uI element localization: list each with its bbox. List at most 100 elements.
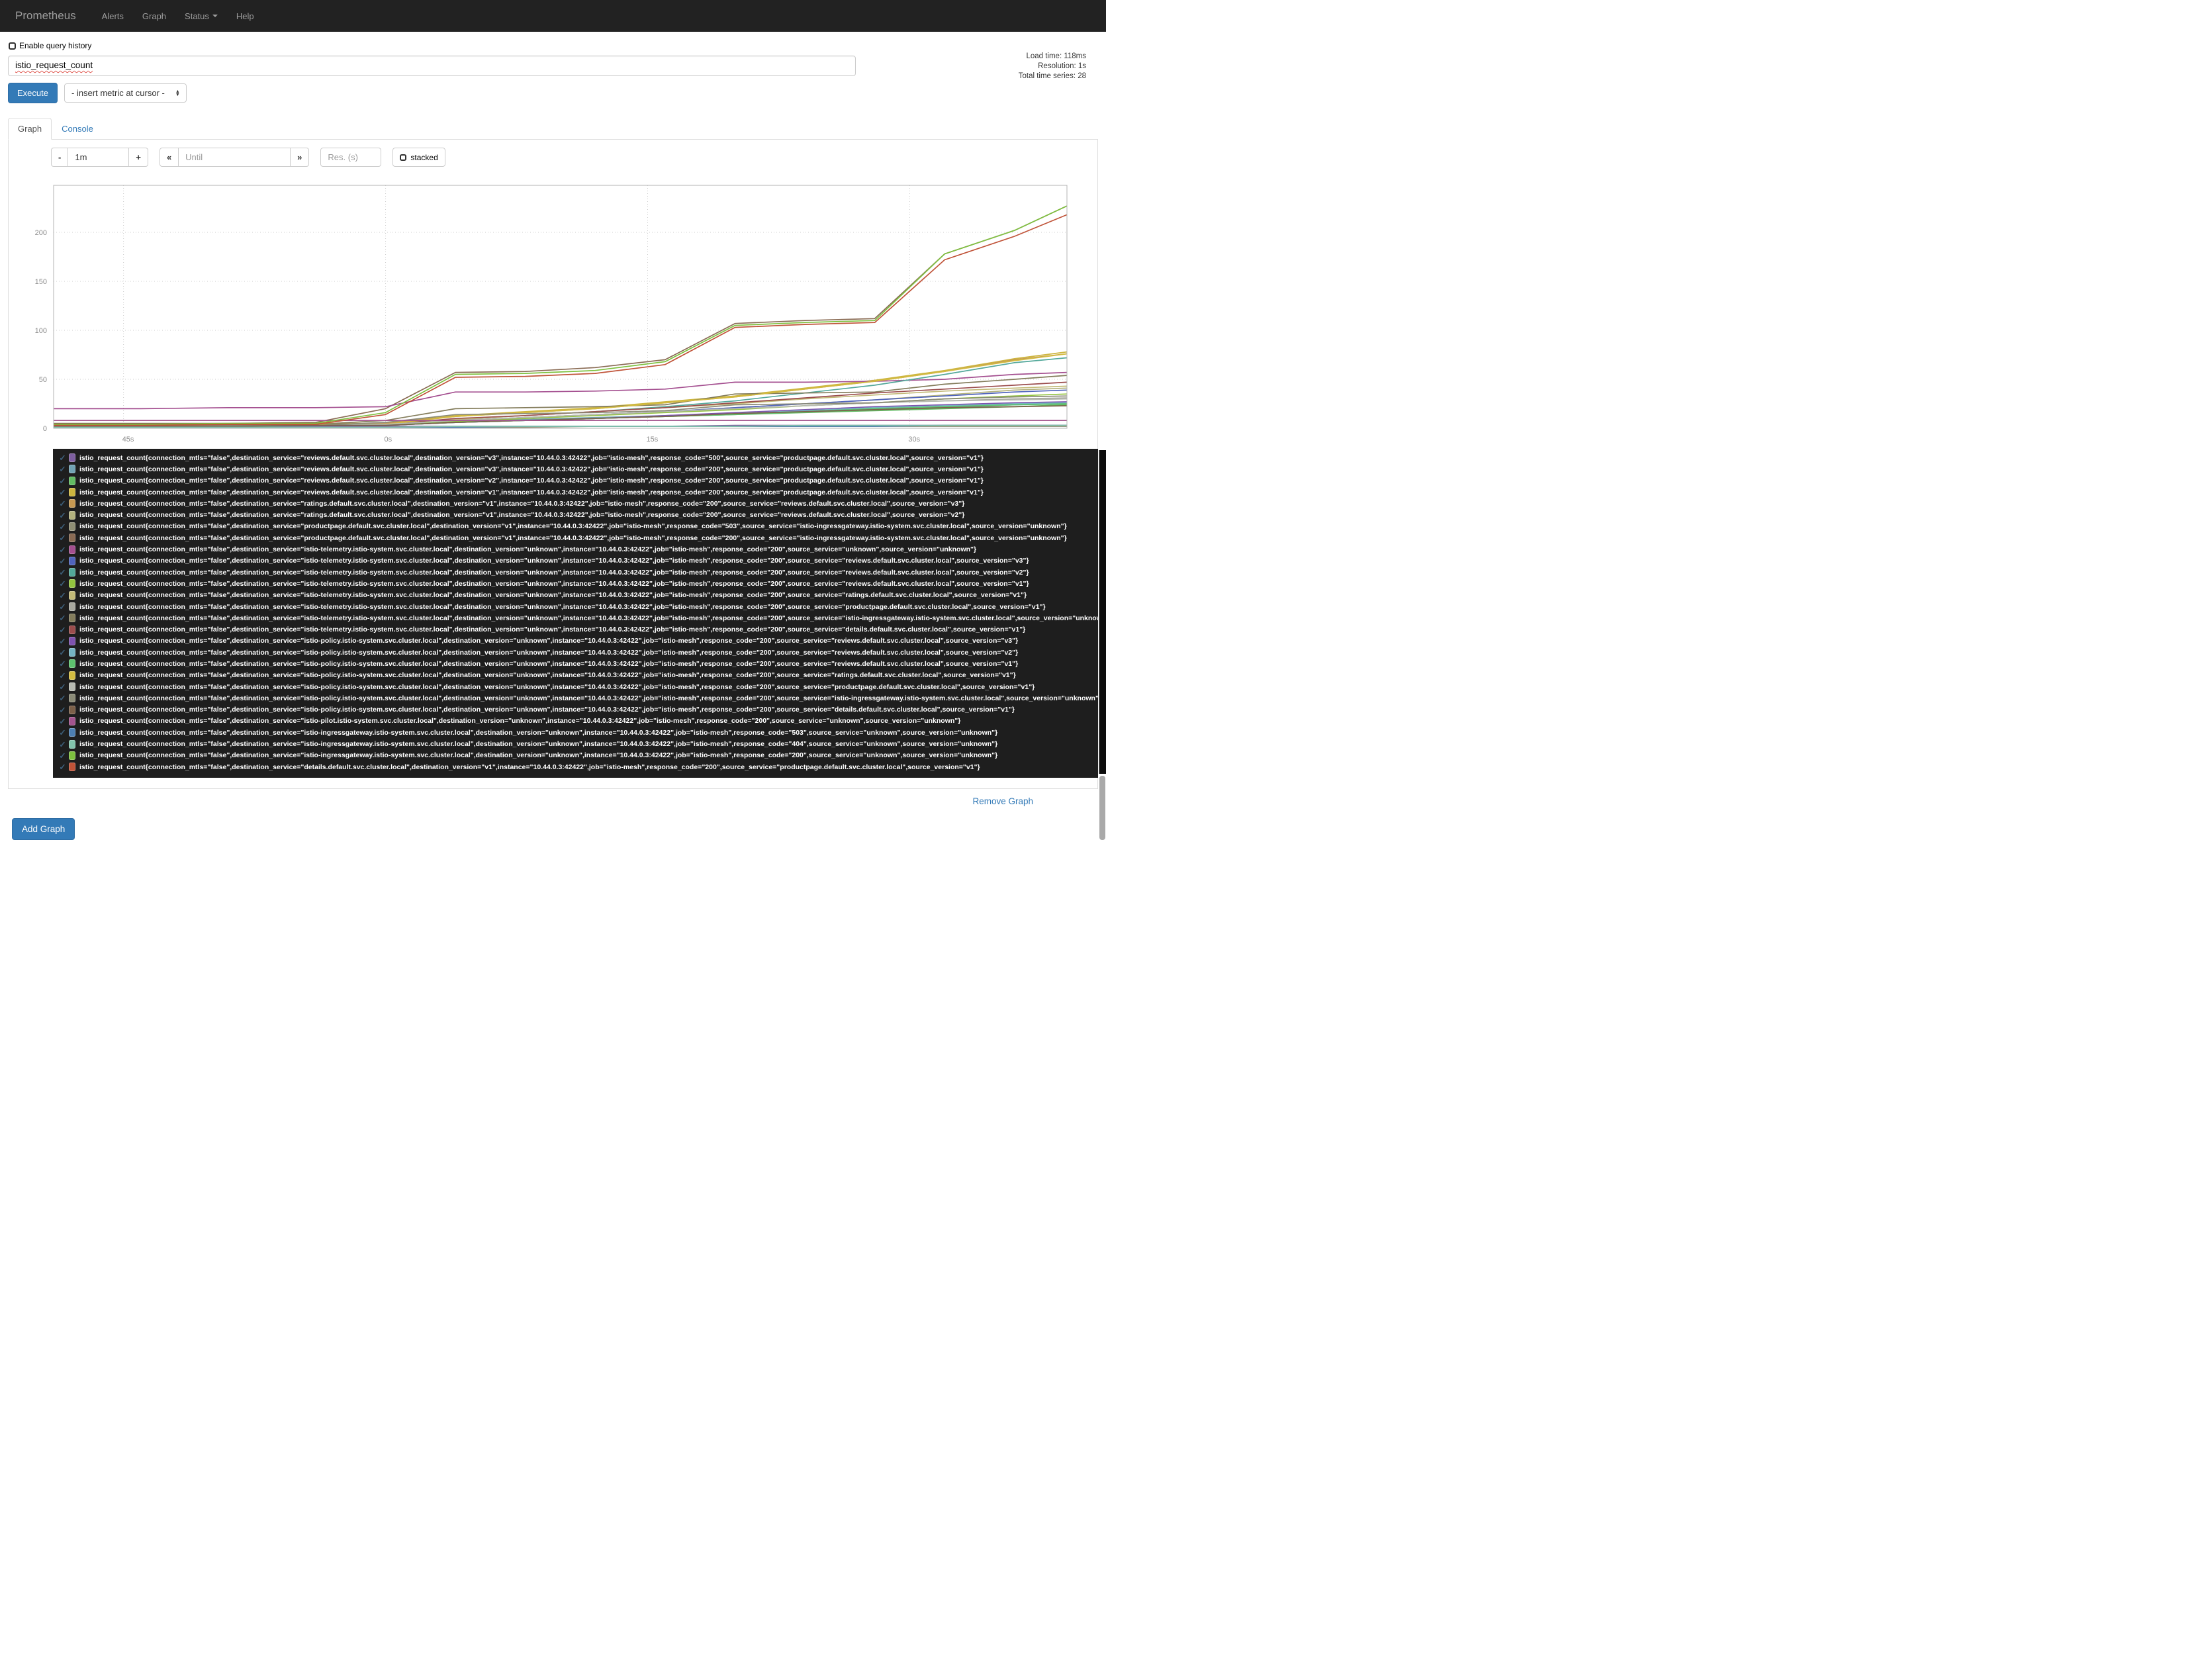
series-color-swatch xyxy=(69,602,75,611)
legend-row[interactable]: istio_request_count{connection_mtls="fal… xyxy=(57,601,1098,612)
series-label: istio_request_count{connection_mtls="fal… xyxy=(79,534,1067,542)
series-color-swatch xyxy=(69,636,75,645)
series-label: istio_request_count{connection_mtls="fal… xyxy=(79,694,1098,702)
series-label: istio_request_count{connection_mtls="fal… xyxy=(79,740,998,749)
tab-console[interactable]: Console xyxy=(52,118,103,140)
legend-row[interactable]: istio_request_count{connection_mtls="fal… xyxy=(57,578,1098,589)
legend-row[interactable]: istio_request_count{connection_mtls="fal… xyxy=(57,555,1098,567)
add-graph-button[interactable]: Add Graph xyxy=(12,818,75,841)
series-line xyxy=(54,353,1068,426)
legend-row[interactable]: istio_request_count{connection_mtls="fal… xyxy=(57,681,1098,692)
legend-row[interactable]: istio_request_count{connection_mtls="fal… xyxy=(57,498,1098,509)
stacked-toggle[interactable]: stacked xyxy=(392,148,445,167)
nav-item-help[interactable]: Help xyxy=(227,11,263,21)
legend-row[interactable]: istio_request_count{connection_mtls="fal… xyxy=(57,452,1098,463)
series-color-swatch xyxy=(69,579,75,588)
series-color-swatch xyxy=(69,465,75,474)
series-label: istio_request_count{connection_mtls="fal… xyxy=(79,602,1046,611)
legend-row[interactable]: istio_request_count{connection_mtls="fal… xyxy=(57,475,1098,487)
check-icon xyxy=(57,705,68,715)
app-brand[interactable]: Prometheus xyxy=(5,9,86,23)
legend-row[interactable]: istio_request_count{connection_mtls="fal… xyxy=(57,704,1098,716)
range-group: - 1m + xyxy=(51,148,148,167)
query-input[interactable]: istio_request_count xyxy=(8,56,856,76)
legend-row[interactable]: istio_request_count{connection_mtls="fal… xyxy=(57,612,1098,624)
check-icon xyxy=(57,579,68,588)
legend-row[interactable]: istio_request_count{connection_mtls="fal… xyxy=(57,487,1098,498)
remove-graph-link[interactable]: Remove Graph xyxy=(972,796,1033,806)
legend-row[interactable]: istio_request_count{connection_mtls="fal… xyxy=(57,567,1098,578)
series-label: istio_request_count{connection_mtls="fal… xyxy=(79,751,998,760)
query-history-label: Enable query history xyxy=(19,41,92,50)
series-color-swatch xyxy=(69,648,75,657)
check-icon xyxy=(57,476,68,486)
legend-row[interactable]: istio_request_count{connection_mtls="fal… xyxy=(57,716,1098,727)
insert-metric-label: - insert metric at cursor - xyxy=(71,88,165,98)
nav-item-alerts[interactable]: Alerts xyxy=(93,11,133,21)
nav-item-graph[interactable]: Graph xyxy=(133,11,175,21)
legend-row[interactable]: istio_request_count{connection_mtls="fal… xyxy=(57,532,1098,543)
series-label: istio_request_count{connection_mtls="fal… xyxy=(79,499,965,508)
series-label: istio_request_count{connection_mtls="fal… xyxy=(79,648,1019,657)
series-color-swatch xyxy=(69,568,75,577)
check-icon xyxy=(57,533,68,543)
series-color-swatch xyxy=(69,716,75,725)
execute-button[interactable]: Execute xyxy=(8,83,58,103)
page-scrollbar-thumb[interactable] xyxy=(1099,776,1105,840)
check-icon xyxy=(57,716,68,726)
check-icon xyxy=(57,613,68,623)
series-color-swatch xyxy=(69,671,75,680)
graph-console-tabs: Graph Console xyxy=(8,118,1106,140)
legend-row[interactable]: istio_request_count{connection_mtls="fal… xyxy=(57,727,1098,738)
legend-row[interactable]: istio_request_count{connection_mtls="fal… xyxy=(57,590,1098,601)
svg-text:200: 200 xyxy=(35,229,47,237)
legend-row[interactable]: istio_request_count{connection_mtls="fal… xyxy=(57,647,1098,658)
range-input[interactable]: 1m xyxy=(68,148,130,167)
legend-row[interactable]: istio_request_count{connection_mtls="fal… xyxy=(57,750,1098,761)
check-icon xyxy=(57,453,68,463)
range-decrease-button[interactable]: - xyxy=(51,148,69,167)
resolution-input[interactable]: Res. (s) xyxy=(320,148,382,167)
time-back-button[interactable]: « xyxy=(159,148,179,167)
series-color-swatch xyxy=(69,751,75,760)
legend-row[interactable]: istio_request_count{connection_mtls="fal… xyxy=(57,509,1098,520)
check-icon xyxy=(57,510,68,520)
stacked-checkbox[interactable] xyxy=(400,154,407,161)
legend-row[interactable]: istio_request_count{connection_mtls="fal… xyxy=(57,658,1098,669)
top-navbar: Prometheus Alerts Graph Status Help xyxy=(0,0,1106,32)
until-group: « Until » xyxy=(159,148,310,167)
query-history-checkbox[interactable] xyxy=(9,42,16,50)
nav-item-status[interactable]: Status xyxy=(175,11,227,21)
time-forward-button[interactable]: » xyxy=(290,148,310,167)
caret-down-icon xyxy=(212,15,218,17)
page-scrollbar-track[interactable] xyxy=(1099,450,1106,774)
check-icon xyxy=(57,567,68,577)
legend-row[interactable]: istio_request_count{connection_mtls="fal… xyxy=(57,463,1098,475)
legend-row[interactable]: istio_request_count{connection_mtls="fal… xyxy=(57,521,1098,532)
legend-row[interactable]: istio_request_count{connection_mtls="fal… xyxy=(57,761,1098,772)
range-increase-button[interactable]: + xyxy=(128,148,148,167)
series-color-swatch xyxy=(69,476,75,485)
legend-row[interactable]: istio_request_count{connection_mtls="fal… xyxy=(57,624,1098,635)
series-label: istio_request_count{connection_mtls="fal… xyxy=(79,728,998,737)
series-color-swatch xyxy=(69,534,75,543)
insert-metric-select[interactable]: - insert metric at cursor - ▲ ▼ xyxy=(64,83,187,103)
series-label: istio_request_count{connection_mtls="fal… xyxy=(79,465,984,473)
series-color-swatch xyxy=(69,453,75,463)
series-label: istio_request_count{connection_mtls="fal… xyxy=(79,659,1019,668)
legend-row[interactable]: istio_request_count{connection_mtls="fal… xyxy=(57,635,1098,647)
tab-graph[interactable]: Graph xyxy=(8,118,52,140)
query-stats: Load time: 118ms Resolution: 1s Total ti… xyxy=(1019,52,1086,81)
legend-row[interactable]: istio_request_count{connection_mtls="fal… xyxy=(57,692,1098,704)
check-icon xyxy=(57,625,68,635)
series-color-swatch xyxy=(69,763,75,772)
series-color-swatch xyxy=(69,682,75,692)
series-color-swatch xyxy=(69,522,75,531)
legend-row[interactable]: istio_request_count{connection_mtls="fal… xyxy=(57,670,1098,681)
time-series-chart[interactable]: 0 50 100 150 200 45s 0s 15s 30s xyxy=(9,176,1097,449)
until-input[interactable]: Until xyxy=(178,148,291,167)
legend-row[interactable]: istio_request_count{connection_mtls="fal… xyxy=(57,543,1098,555)
legend-row[interactable]: istio_request_count{connection_mtls="fal… xyxy=(57,738,1098,749)
load-time: Load time: 118ms xyxy=(1026,52,1086,60)
check-icon xyxy=(57,602,68,612)
